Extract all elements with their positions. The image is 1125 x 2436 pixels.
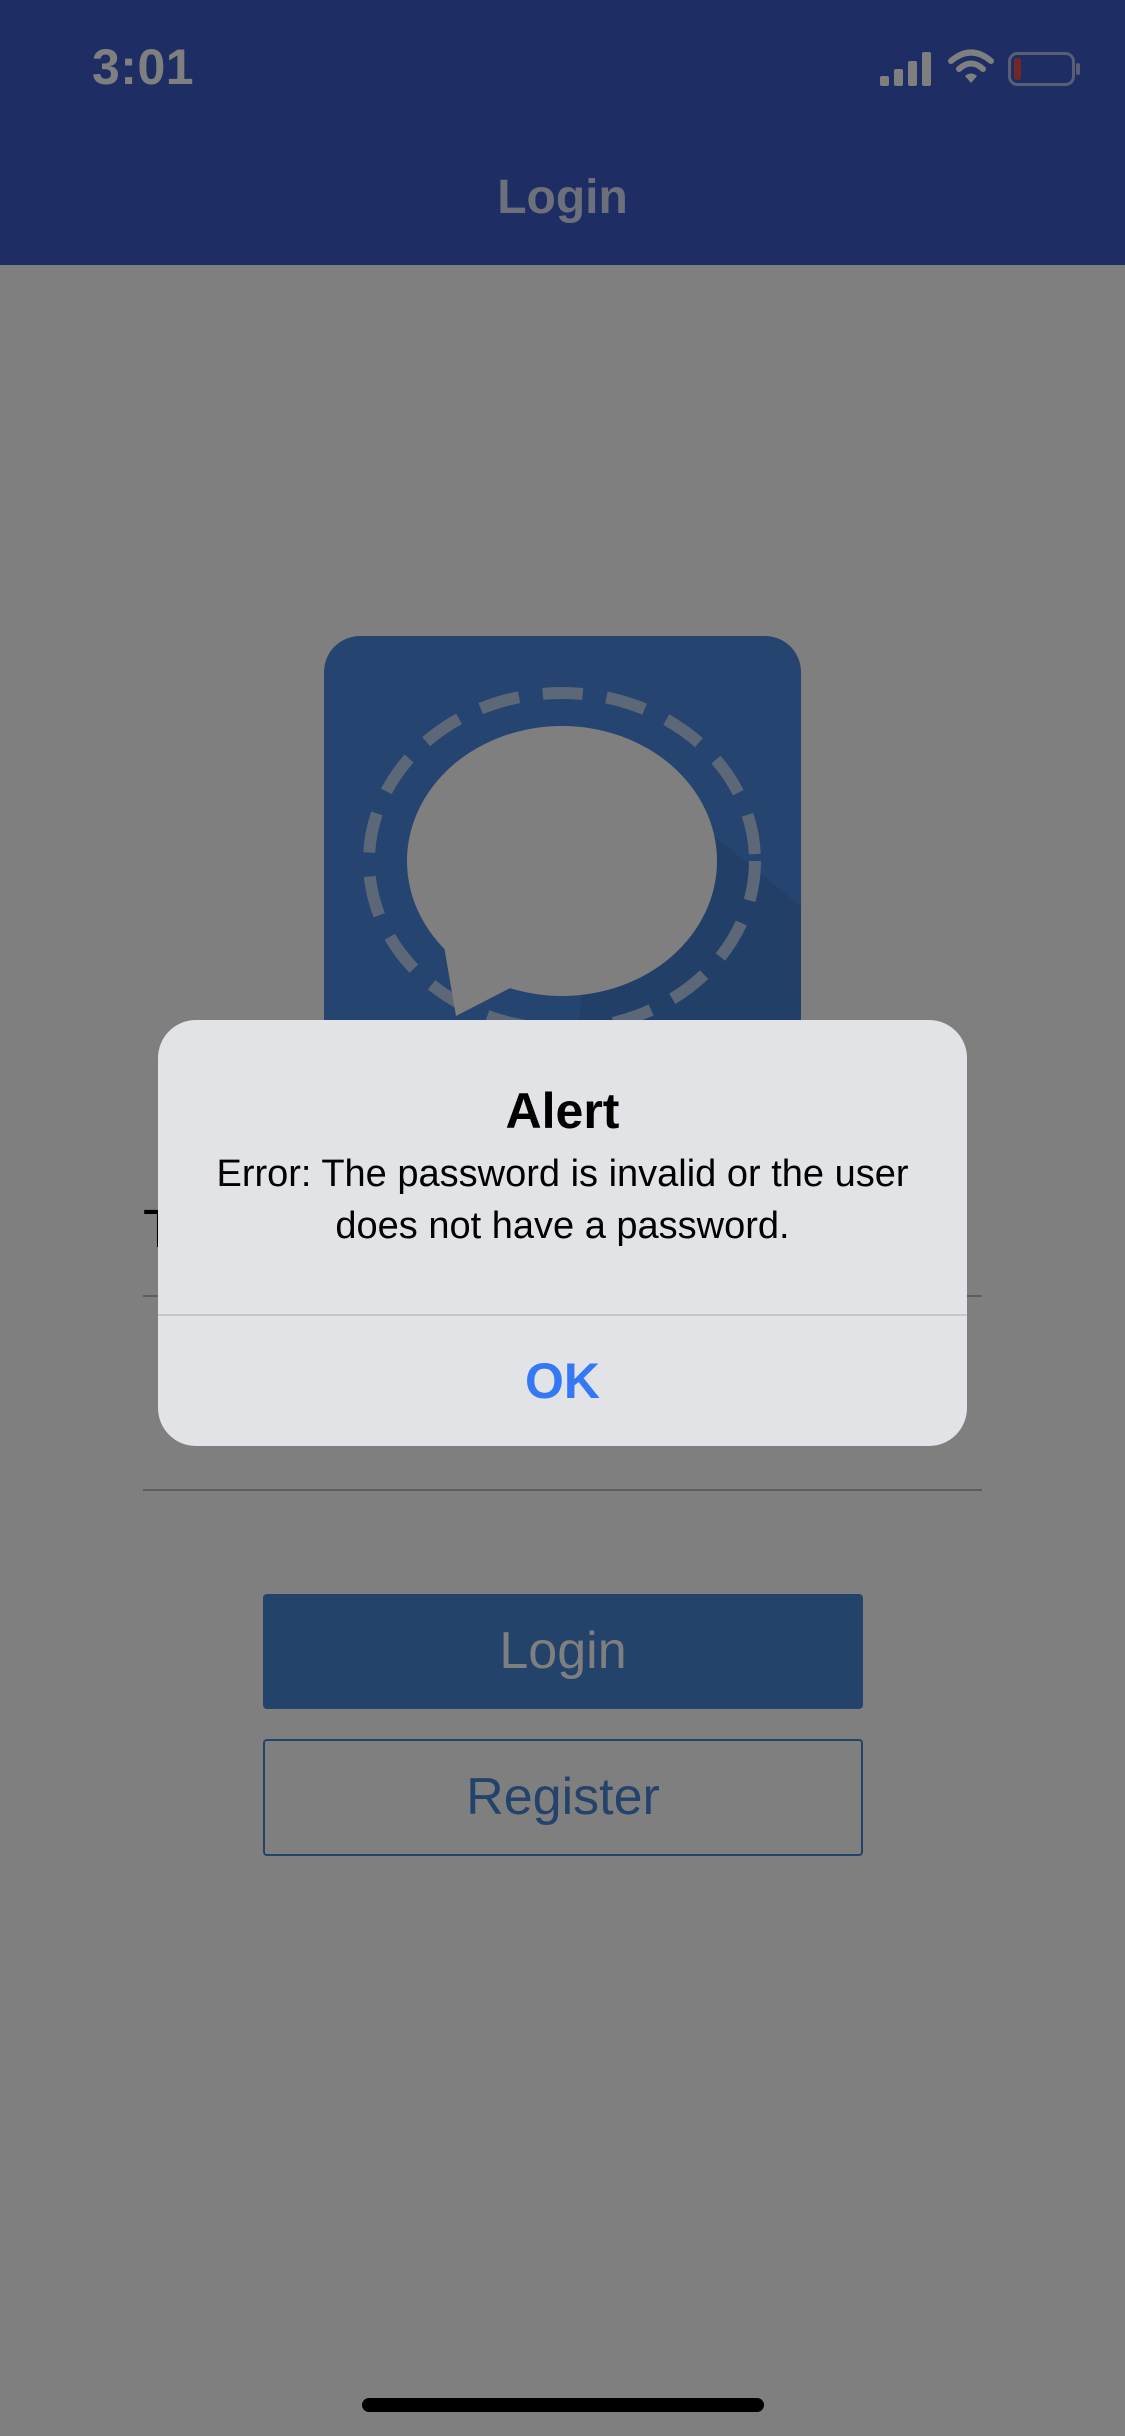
alert-dialog: Alert Error: The password is invalid or … xyxy=(158,1020,967,1446)
alert-title: Alert xyxy=(505,1083,620,1139)
alert-message: Error: The password is invalid or the us… xyxy=(216,1153,909,1247)
alert-ok-button[interactable]: OK xyxy=(158,1316,967,1446)
home-indicator[interactable] xyxy=(362,2398,764,2412)
